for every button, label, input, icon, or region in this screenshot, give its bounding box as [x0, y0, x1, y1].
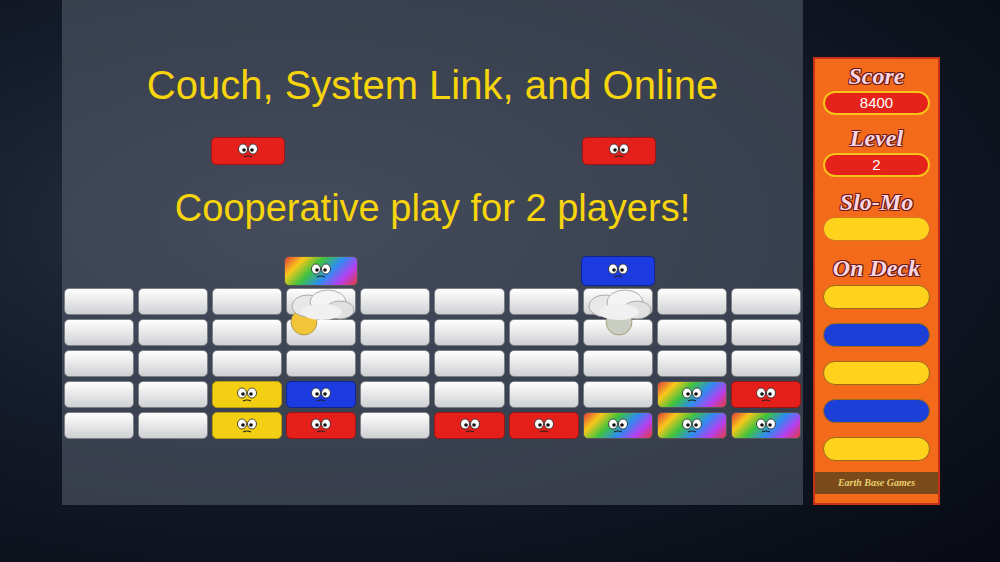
slomo-meter	[823, 217, 930, 241]
face-icon	[603, 416, 633, 436]
grid-cell	[212, 319, 282, 346]
player[interactable]	[581, 256, 657, 338]
face-icon	[677, 416, 707, 436]
grid-cell	[583, 412, 653, 439]
side-panel: Score8400 Level2 Slo-Mo On Deck Earth Base G…	[813, 57, 940, 505]
grid-cell	[657, 288, 727, 315]
on-deck-item	[823, 361, 930, 385]
grid-cell	[434, 381, 504, 408]
grid-cell	[212, 350, 282, 377]
on-deck-item	[823, 437, 930, 461]
player-block	[581, 256, 655, 286]
grid-cell	[434, 288, 504, 315]
grid-cell	[731, 381, 801, 408]
panel-label: Slo-Mo	[821, 187, 932, 217]
headline: Couch, System Link, and Online	[147, 63, 718, 107]
face-icon	[604, 141, 634, 161]
value-box: 8400	[823, 91, 930, 115]
grid-cell	[657, 319, 727, 346]
grid-cell	[509, 319, 579, 346]
on-deck-list	[821, 285, 932, 461]
player-block	[284, 256, 358, 286]
grid-cell	[731, 319, 801, 346]
on-deck-item	[823, 285, 930, 309]
cloud-moon-icon	[284, 286, 360, 336]
cloud-moon-icon	[581, 286, 657, 336]
falling-block	[582, 137, 656, 165]
grid-cell	[434, 319, 504, 346]
face-icon	[751, 416, 781, 436]
grid-cell	[731, 412, 801, 439]
grid-cell	[583, 381, 653, 408]
grid-cell	[360, 412, 430, 439]
face-icon	[306, 416, 336, 436]
on-deck-item	[823, 399, 930, 423]
player[interactable]	[284, 256, 360, 338]
grid-cell	[286, 381, 356, 408]
panel-label: On Deck	[821, 253, 932, 283]
face-icon	[455, 416, 485, 436]
brand-label: Earth Base Games	[815, 472, 938, 494]
falling-block	[211, 137, 285, 165]
grid-cell	[731, 288, 801, 315]
grid-cell	[509, 381, 579, 408]
panel-label: Score	[821, 61, 932, 91]
panel-label: Level	[821, 123, 932, 153]
grid-cell	[583, 350, 653, 377]
grid-cell	[731, 350, 801, 377]
grid-cell	[509, 350, 579, 377]
grid-cell	[360, 319, 430, 346]
grid-cell	[509, 288, 579, 315]
grid-cell	[212, 412, 282, 439]
grid-cell	[360, 350, 430, 377]
grid-cell	[212, 381, 282, 408]
on-deck-item	[823, 323, 930, 347]
grid-cell	[286, 350, 356, 377]
grid-cell	[360, 288, 430, 315]
grid-cell	[286, 412, 356, 439]
grid-cell	[434, 412, 504, 439]
value-box: 2	[823, 153, 930, 177]
face-icon	[751, 385, 781, 405]
face-icon	[529, 416, 559, 436]
grid-cell	[64, 288, 134, 315]
grid-cell	[138, 288, 208, 315]
slomo-fill	[824, 218, 929, 240]
grid-cell	[434, 350, 504, 377]
face-icon	[232, 385, 262, 405]
grid-cell	[657, 412, 727, 439]
grid-cell	[138, 350, 208, 377]
grid-cell	[360, 381, 430, 408]
face-icon	[677, 385, 707, 405]
grid-cell	[64, 381, 134, 408]
grid-cell	[138, 319, 208, 346]
face-icon	[233, 141, 263, 161]
face-icon	[603, 261, 633, 281]
grid-cell	[138, 412, 208, 439]
grid-cell	[509, 412, 579, 439]
grid-cell	[64, 412, 134, 439]
grid-cell	[657, 350, 727, 377]
grid-cell	[64, 319, 134, 346]
grid-cell	[657, 381, 727, 408]
grid-cell	[138, 381, 208, 408]
face-icon	[232, 416, 262, 436]
grid-cell	[212, 288, 282, 315]
game-board: Couch, System Link, and Online Cooperati…	[62, 0, 803, 505]
face-icon	[306, 385, 336, 405]
block-grid	[62, 288, 803, 439]
grid-cell	[64, 350, 134, 377]
face-icon	[306, 261, 336, 281]
headline: Cooperative play for 2 players!	[175, 187, 690, 229]
